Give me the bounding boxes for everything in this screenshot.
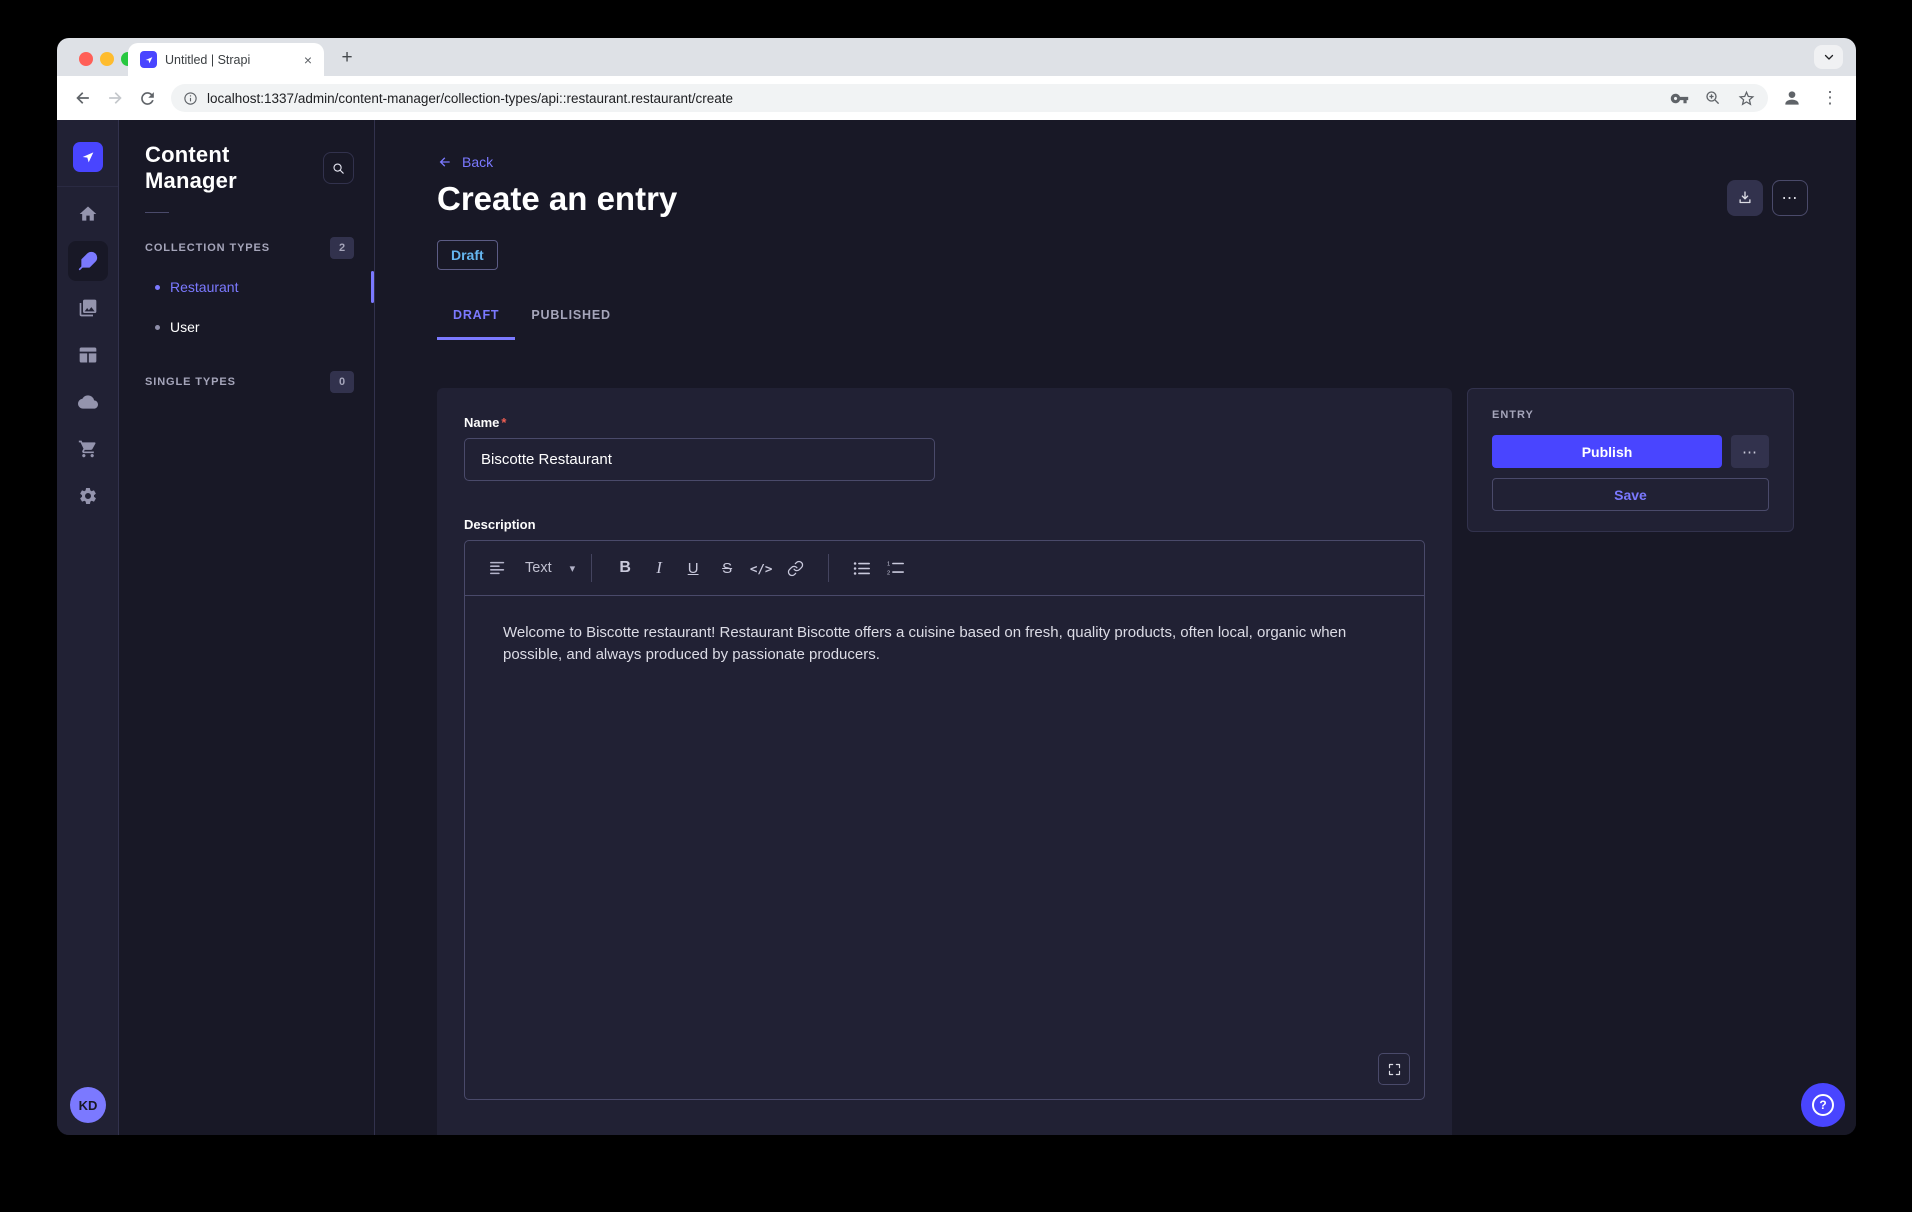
numbered-list-icon: 12 — [887, 560, 905, 576]
tab-search-button[interactable] — [1814, 45, 1843, 69]
page-title: Create an entry — [437, 180, 677, 218]
help-button[interactable]: ? — [1801, 1083, 1845, 1127]
required-asterisk: * — [501, 415, 506, 430]
traffic-lights — [79, 52, 135, 66]
nav-rail: KD — [57, 120, 119, 1135]
url-bar[interactable]: localhost:1337/admin/content-manager/col… — [171, 84, 1768, 112]
name-field-label: Name* — [464, 415, 1425, 430]
paragraph-icon — [489, 560, 507, 576]
editor-content[interactable]: Welcome to Biscotte restaurant! Restaura… — [465, 596, 1424, 692]
bullet-icon — [155, 285, 160, 290]
back-link[interactable]: Back — [437, 154, 493, 170]
subnav-item-restaurant[interactable]: Restaurant — [119, 267, 374, 307]
code-button[interactable]: </> — [744, 551, 778, 585]
subnav-item-user[interactable]: User — [119, 307, 374, 347]
underline-button[interactable]: U — [676, 551, 710, 585]
rail-divider — [57, 186, 118, 187]
bulleted-list-button[interactable] — [845, 551, 879, 585]
site-info-icon[interactable] — [183, 91, 198, 106]
toolbar-separator — [591, 554, 592, 582]
arrow-left-icon — [437, 154, 453, 170]
strapi-app: KD Content Manager COLLECTION TYPES 2 Re… — [57, 120, 1856, 1135]
zoom-in-icon[interactable] — [1704, 89, 1722, 107]
sidebar-item-content-manager[interactable] — [68, 241, 108, 281]
bold-button[interactable]: B — [608, 551, 642, 585]
profile-icon[interactable] — [1776, 82, 1808, 114]
rich-text-editor: Text ▾ B I U S </> — [464, 540, 1425, 1100]
user-avatar[interactable]: KD — [70, 1087, 106, 1123]
content-manager-subnav: Content Manager COLLECTION TYPES 2 Resta… — [119, 120, 375, 1135]
expand-editor-button[interactable] — [1378, 1053, 1410, 1085]
strapi-logo[interactable] — [73, 142, 103, 172]
tab-strip: Untitled | Strapi × + — [57, 38, 1856, 76]
browser-menu-icon[interactable]: ⋮ — [1814, 82, 1846, 114]
chevron-down-icon: ▾ — [570, 562, 576, 575]
single-types-count-badge: 0 — [330, 371, 354, 393]
url-text: localhost:1337/admin/content-manager/col… — [207, 91, 733, 106]
numbered-list-button[interactable]: 12 — [879, 551, 913, 585]
description-field-label: Description — [464, 517, 1425, 532]
tab-draft[interactable]: DRAFT — [437, 308, 515, 340]
tab-title: Untitled | Strapi — [165, 53, 294, 67]
text-style-dropdown[interactable]: Text ▾ — [489, 560, 575, 576]
main-content: Back Create an entry ⋯ Draft DRAFT PUBLI… — [375, 120, 1856, 1135]
expand-icon — [1387, 1062, 1402, 1077]
password-key-icon[interactable] — [1670, 89, 1689, 108]
header-more-button[interactable]: ⋯ — [1772, 180, 1808, 216]
collection-types-count-badge: 2 — [330, 237, 354, 259]
version-tabs: DRAFT PUBLISHED — [437, 308, 627, 340]
entry-more-button[interactable]: ⋯ — [1731, 435, 1769, 468]
tab-published[interactable]: PUBLISHED — [515, 308, 626, 340]
link-icon — [787, 560, 804, 577]
svg-text:2: 2 — [887, 570, 890, 576]
search-button[interactable] — [323, 152, 354, 184]
publish-button[interactable]: Publish — [1492, 435, 1722, 468]
close-tab-icon[interactable]: × — [302, 51, 314, 69]
subnav-item-label: Restaurant — [170, 279, 238, 295]
subnav-item-label: User — [170, 319, 200, 335]
minimize-window-button[interactable] — [100, 52, 114, 66]
browser-toolbar: localhost:1337/admin/content-manager/col… — [57, 76, 1856, 120]
italic-button[interactable]: I — [642, 551, 676, 585]
new-tab-button[interactable]: + — [335, 46, 359, 70]
bulleted-list-icon — [853, 561, 871, 576]
browser-tab[interactable]: Untitled | Strapi × — [128, 43, 324, 76]
collection-types-label: COLLECTION TYPES — [145, 242, 270, 254]
sidebar-item-settings[interactable] — [68, 476, 108, 516]
browser-window: Untitled | Strapi × + localhost:1337/adm… — [57, 38, 1856, 1135]
sidebar-item-media-library[interactable] — [68, 288, 108, 328]
single-types-label: SINGLE TYPES — [145, 376, 236, 388]
bookmark-star-icon[interactable] — [1737, 89, 1756, 108]
bullet-icon — [155, 325, 160, 330]
text-style-label: Text — [525, 560, 552, 576]
entry-panel: ENTRY Publish ⋯ Save — [1467, 388, 1794, 532]
sidebar-item-home[interactable] — [68, 194, 108, 234]
download-icon — [1736, 189, 1754, 207]
link-button[interactable] — [778, 551, 812, 585]
back-label: Back — [462, 154, 493, 170]
editor-toolbar: Text ▾ B I U S </> — [465, 541, 1424, 596]
sidebar-item-deploy[interactable] — [68, 382, 108, 422]
entry-form-card: Name* Description Text ▾ B I U — [437, 388, 1452, 1135]
export-button[interactable] — [1727, 180, 1763, 216]
question-mark-icon: ? — [1812, 1094, 1834, 1116]
save-button[interactable]: Save — [1492, 478, 1769, 511]
toolbar-separator — [828, 554, 829, 582]
status-badge: Draft — [437, 240, 498, 270]
name-input[interactable] — [464, 438, 935, 481]
svg-text:1: 1 — [887, 561, 890, 567]
subnav-title: Content Manager — [145, 142, 323, 194]
strikethrough-button[interactable]: S — [710, 551, 744, 585]
reload-icon[interactable] — [131, 82, 163, 114]
strapi-favicon-icon — [140, 51, 157, 68]
close-window-button[interactable] — [79, 52, 93, 66]
sidebar-item-content-type-builder[interactable] — [68, 335, 108, 375]
forward-icon[interactable] — [99, 82, 131, 114]
back-icon[interactable] — [67, 82, 99, 114]
entry-panel-title: ENTRY — [1492, 409, 1769, 421]
sidebar-item-marketplace[interactable] — [68, 429, 108, 469]
